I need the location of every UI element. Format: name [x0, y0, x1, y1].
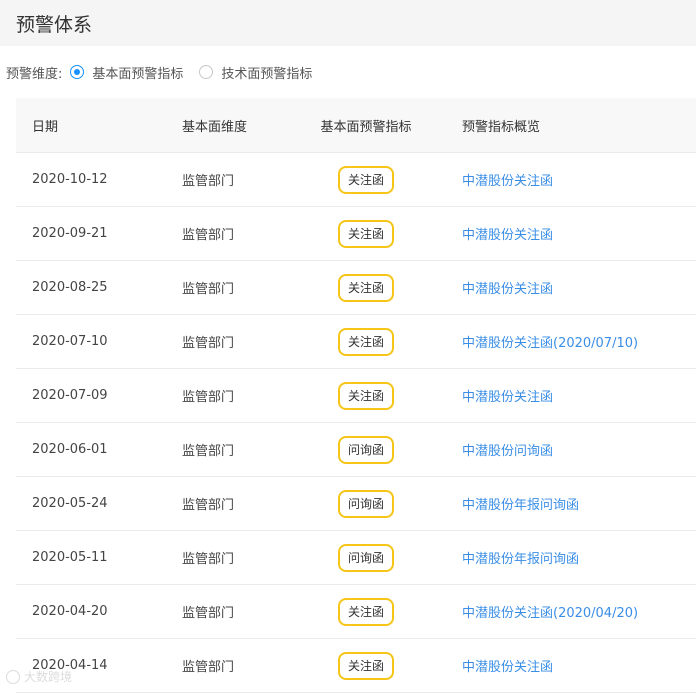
cell-date: 2020-07-10	[32, 334, 108, 349]
cell-indicator: 关注函	[300, 219, 432, 248]
watermark-logo-icon	[6, 669, 20, 684]
cell-indicator: 关注函	[300, 597, 432, 626]
warning-dimension-selector: 预警维度: 基本面预警指标 技术面预警指标	[0, 46, 696, 98]
indicator-badge: 问询函	[337, 489, 394, 518]
col-dimension-header: 基本面维度	[182, 119, 248, 135]
warning-table: 日期 基本面维度 基本面预警指标 预警指标概览 2020-10-12 监管部门 关注…	[16, 98, 696, 693]
radio-unchecked-icon[interactable]	[199, 65, 214, 79]
cell-overview: 中潜股份关注函(2020/07/10)	[432, 332, 696, 351]
table-row: 2020-07-10 监管部门 关注函 中潜股份关注函(2020/07/10)	[16, 315, 696, 369]
cell-dimension: 监管部门	[182, 444, 235, 459]
cell-dimension: 监管部门	[182, 336, 235, 351]
cell-indicator: 关注函	[300, 327, 432, 356]
radio-technical[interactable]: 技术面预警指标	[199, 63, 312, 82]
radio-fundamental[interactable]: 基本面预警指标	[70, 63, 183, 82]
page-title: 预警体系	[16, 13, 93, 36]
overview-link[interactable]: 中潜股份关注函(2020/07/10)	[462, 336, 638, 351]
overview-link[interactable]: 中潜股份关注函	[462, 228, 553, 243]
indicator-badge: 关注函	[337, 219, 394, 248]
cell-date: 2020-06-01	[32, 442, 108, 457]
cell-dimension: 监管部门	[182, 552, 235, 567]
cell-date: 2020-05-11	[32, 550, 108, 565]
cell-date: 2020-07-09	[32, 388, 108, 403]
cell-overview: 中潜股份年报问询函	[432, 548, 696, 567]
overview-link[interactable]: 中潜股份问询函	[462, 444, 553, 459]
dimension-label: 预警维度:	[6, 66, 63, 82]
indicator-badge: 关注函	[337, 273, 394, 302]
overview-link[interactable]: 中潜股份关注函	[462, 282, 553, 297]
indicator-badge: 关注函	[337, 597, 394, 626]
cell-date: 2020-04-20	[32, 604, 108, 619]
overview-link[interactable]: 中潜股份年报问询函	[462, 498, 579, 513]
cell-overview: 中潜股份问询函	[432, 440, 696, 459]
cell-dimension: 监管部门	[182, 174, 235, 189]
cell-indicator: 问询函	[300, 435, 432, 464]
cell-dimension: 监管部门	[182, 606, 235, 621]
cell-indicator: 关注函	[300, 165, 432, 194]
cell-indicator: 关注函	[300, 381, 432, 410]
table-row: 2020-08-25 监管部门 关注函 中潜股份关注函	[16, 261, 696, 315]
indicator-badge: 关注函	[337, 165, 394, 194]
page-header: 预警体系	[0, 0, 696, 46]
radio-checked-icon[interactable]	[70, 65, 85, 79]
cell-indicator: 关注函	[300, 273, 432, 302]
indicator-badge: 关注函	[337, 381, 394, 410]
cell-dimension: 监管部门	[182, 498, 235, 513]
indicator-badge: 问询函	[337, 543, 394, 572]
table-row: 2020-05-24 监管部门 问询函 中潜股份年报问询函	[16, 477, 696, 531]
cell-overview: 中潜股份关注函	[432, 656, 696, 675]
cell-date: 2020-05-24	[32, 496, 108, 511]
radio-fundamental-label: 基本面预警指标	[92, 66, 184, 82]
overview-link[interactable]: 中潜股份关注函	[462, 174, 553, 189]
cell-dimension: 监管部门	[182, 228, 235, 243]
overview-link[interactable]: 中潜股份关注函	[462, 660, 553, 675]
cell-indicator: 问询函	[300, 489, 432, 518]
watermark: 大数跨境	[6, 668, 72, 685]
col-indicator-header: 基本面预警指标	[320, 119, 412, 135]
table-row: 2020-09-21 监管部门 关注函 中潜股份关注函	[16, 207, 696, 261]
col-date-header: 日期	[32, 119, 59, 135]
table-header: 日期 基本面维度 基本面预警指标 预警指标概览	[16, 98, 696, 153]
table-row: 2020-04-14 监管部门 关注函 中潜股份关注函	[16, 639, 696, 693]
overview-link[interactable]: 中潜股份关注函	[462, 390, 553, 405]
table-row: 2020-06-01 监管部门 问询函 中潜股份问询函	[16, 423, 696, 477]
cell-date: 2020-10-12	[32, 172, 108, 187]
overview-link[interactable]: 中潜股份年报问询函	[462, 552, 579, 567]
indicator-badge: 关注函	[337, 327, 394, 356]
indicator-badge: 问询函	[337, 435, 394, 464]
cell-dimension: 监管部门	[182, 660, 235, 675]
table-row: 2020-04-20 监管部门 关注函 中潜股份关注函(2020/04/20)	[16, 585, 696, 639]
cell-overview: 中潜股份年报问询函	[432, 494, 696, 513]
table-row: 2020-10-12 监管部门 关注函 中潜股份关注函	[16, 153, 696, 207]
cell-overview: 中潜股份关注函(2020/04/20)	[432, 602, 696, 621]
cell-overview: 中潜股份关注函	[432, 170, 696, 189]
cell-date: 2020-08-25	[32, 280, 108, 295]
cell-dimension: 监管部门	[182, 282, 235, 297]
overview-link[interactable]: 中潜股份关注函(2020/04/20)	[462, 606, 638, 621]
col-overview-header: 预警指标概览	[462, 119, 541, 135]
cell-overview: 中潜股份关注函	[432, 386, 696, 405]
table-row: 2020-05-11 监管部门 问询函 中潜股份年报问询函	[16, 531, 696, 585]
watermark-text: 大数跨境	[24, 670, 73, 684]
cell-indicator: 问询函	[300, 543, 432, 572]
cell-dimension: 监管部门	[182, 390, 235, 405]
radio-technical-label: 技术面预警指标	[221, 66, 313, 82]
cell-date: 2020-09-21	[32, 226, 108, 241]
table-body: 2020-10-12 监管部门 关注函 中潜股份关注函 2020-09-21 监管部门 关注…	[16, 153, 696, 693]
cell-overview: 中潜股份关注函	[432, 224, 696, 243]
indicator-badge: 关注函	[337, 651, 394, 680]
cell-overview: 中潜股份关注函	[432, 278, 696, 297]
cell-indicator: 关注函	[300, 651, 432, 680]
table-row: 2020-07-09 监管部门 关注函 中潜股份关注函	[16, 369, 696, 423]
